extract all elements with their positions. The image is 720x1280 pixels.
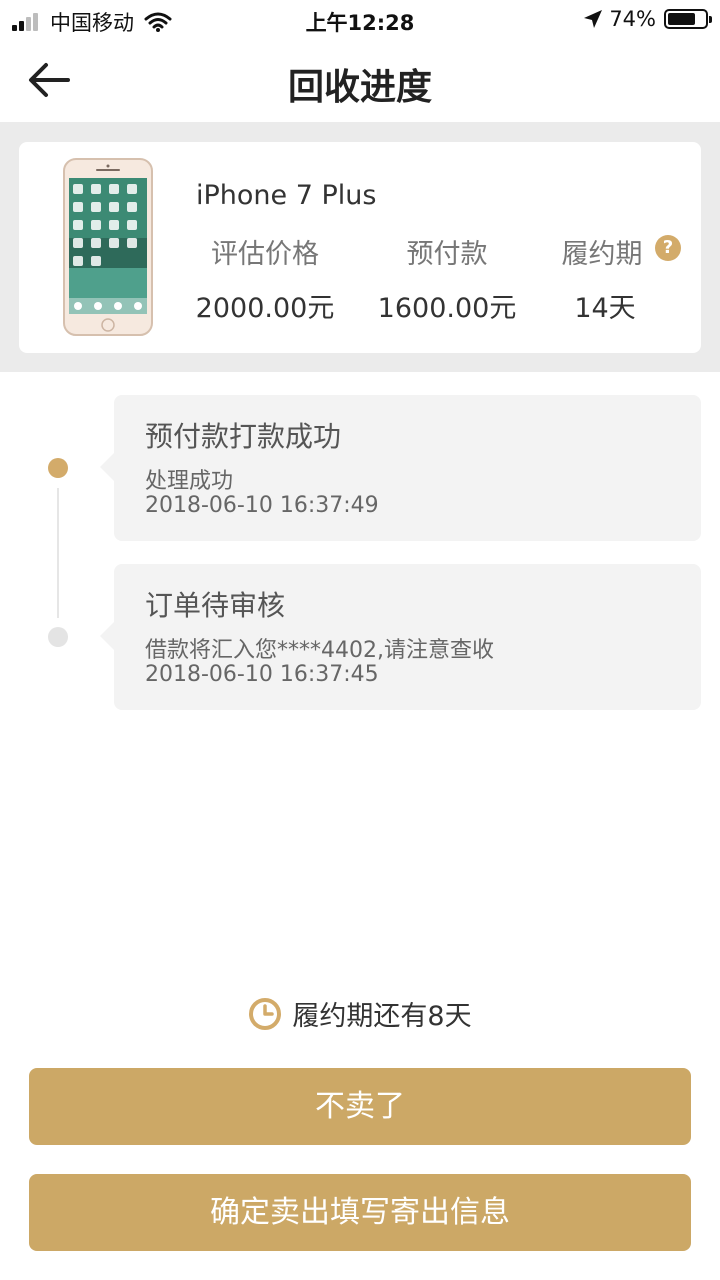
nav-bar: 回收进度 bbox=[0, 40, 720, 122]
timeline-dot-active bbox=[48, 458, 68, 478]
timeline-line bbox=[57, 488, 59, 618]
timeline-item-title: 预付款打款成功 bbox=[145, 420, 342, 453]
timeline-item-desc: 处理成功 bbox=[145, 469, 234, 494]
timeline-item: 订单待审核 借款将汇入您****4402,请注意查收 2018-06-10 16… bbox=[100, 564, 701, 710]
estimated-price-value: 2000.00元 bbox=[195, 293, 335, 324]
timeline-item-title: 订单待审核 bbox=[145, 589, 286, 622]
confirm-sale-button[interactable]: 确定卖出填写寄出信息 bbox=[29, 1174, 691, 1251]
status-bar: 中国移动 上午12:28 74% bbox=[0, 0, 720, 40]
cancel-sale-button[interactable]: 不卖了 bbox=[29, 1068, 691, 1145]
countdown-inner: 履约期还有8天 bbox=[248, 994, 472, 1033]
timeline-item-desc: 借款将汇入您****4402,请注意查收 bbox=[145, 638, 494, 663]
prepayment-label: 预付款 bbox=[406, 239, 488, 270]
location-arrow-icon bbox=[584, 10, 603, 28]
contract-period-value: 14天 bbox=[574, 293, 636, 324]
battery-cap bbox=[709, 16, 712, 23]
estimated-price-label: 评估价格 bbox=[211, 239, 319, 270]
battery-percent: 74% bbox=[609, 7, 656, 31]
recycle-progress-page: 中国移动 上午12:28 74% 回收进度 iPhone 7 Plus 评估价格… bbox=[0, 0, 720, 1280]
battery-fill bbox=[668, 13, 695, 25]
product-card: iPhone 7 Plus 评估价格 预付款 履约期 ? 2000.00元 16… bbox=[19, 142, 701, 353]
timeline-item: 预付款打款成功 处理成功 2018-06-10 16:37:49 bbox=[100, 395, 701, 541]
status-right: 74% bbox=[583, 7, 712, 31]
clock-icon bbox=[249, 997, 282, 1030]
product-name: iPhone 7 Plus bbox=[196, 180, 377, 211]
page-title: 回收进度 bbox=[287, 67, 432, 108]
battery-icon bbox=[664, 9, 712, 29]
prepayment-value: 1600.00元 bbox=[377, 293, 517, 324]
timeline-item-time: 2018-06-10 16:37:45 bbox=[145, 662, 379, 687]
product-section: iPhone 7 Plus 评估价格 预付款 履约期 ? 2000.00元 16… bbox=[0, 122, 720, 372]
phone-image bbox=[63, 158, 153, 336]
contract-countdown: 履约期还有8天 bbox=[0, 994, 720, 1033]
countdown-text: 履约期还有8天 bbox=[292, 1001, 472, 1032]
timeline-item-time: 2018-06-10 16:37:49 bbox=[145, 493, 379, 518]
help-icon[interactable]: ? bbox=[655, 235, 681, 261]
timeline-dot-inactive bbox=[48, 627, 68, 647]
